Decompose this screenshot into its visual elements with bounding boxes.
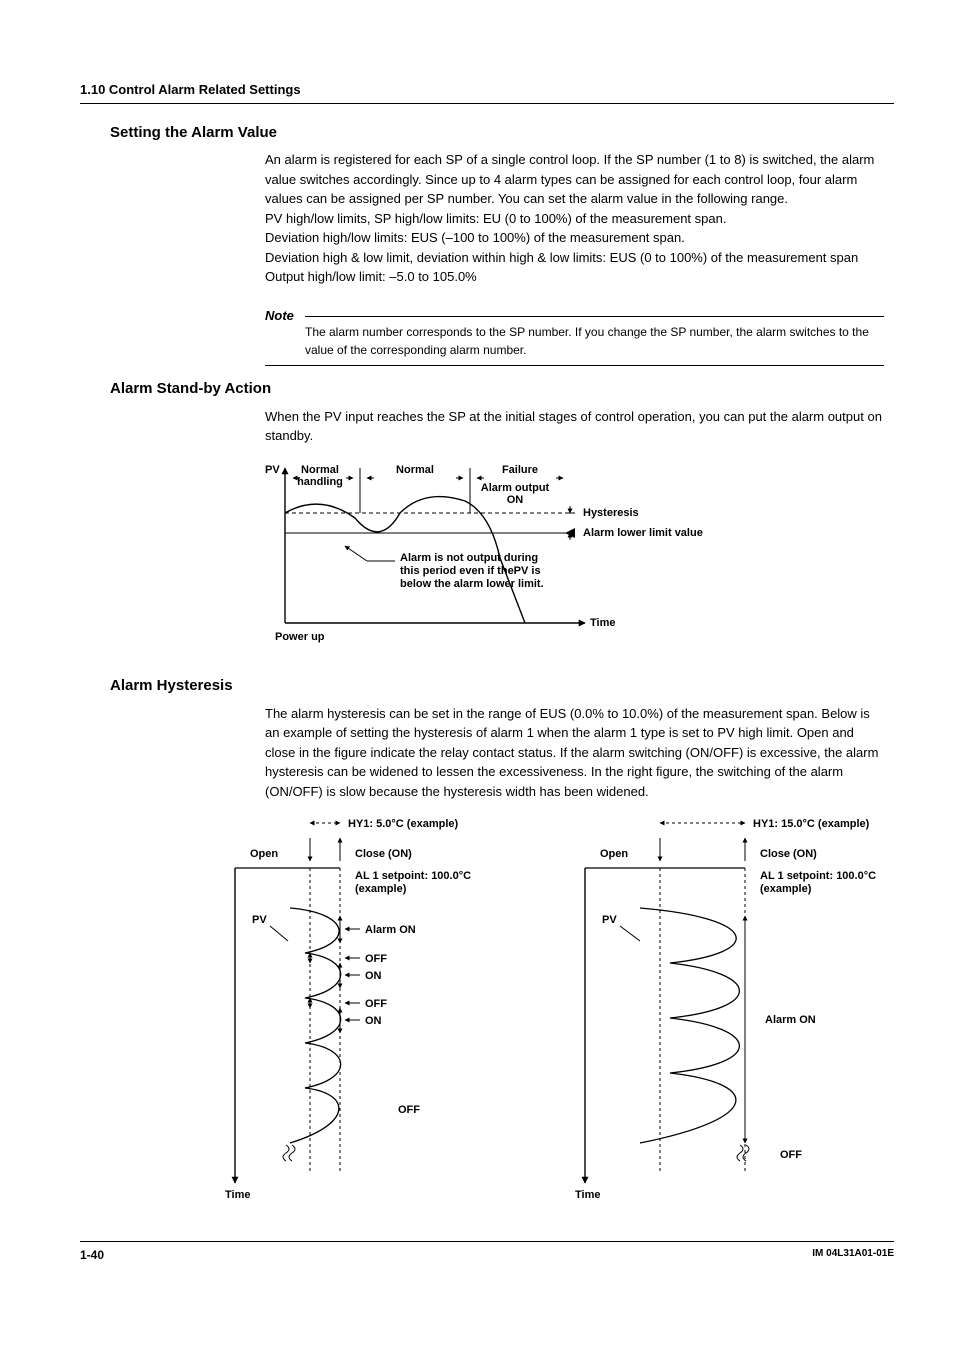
alarm-value-l2: Deviation high/low limits: EUS (–100 to … [265,230,685,245]
svg-text:Alarm ON: Alarm ON [365,924,416,936]
doc-id: IM 04L31A01-01E [812,1246,894,1264]
svg-text:(example): (example) [355,883,407,895]
svg-text:Failure: Failure [502,464,538,476]
svg-text:ON: ON [365,970,382,982]
alarm-value-l4: Output high/low limit: –5.0 to 105.0% [265,269,477,284]
note-block: Note The alarm number corresponds to the… [265,297,884,367]
svg-text:ON: ON [365,1015,382,1027]
heading-standby: Alarm Stand-by Action [110,378,894,401]
svg-text:PV: PV [265,464,280,476]
svg-text:Normal: Normal [396,464,434,476]
svg-text:OFF: OFF [780,1149,802,1161]
svg-text:(example): (example) [760,883,812,895]
svg-text:PV: PV [602,914,617,926]
alarm-value-l3: Deviation high & low limit, deviation wi… [265,250,858,265]
svg-text:OFF: OFF [398,1104,420,1116]
svg-text:Time: Time [575,1189,600,1201]
heading-hysteresis: Alarm Hysteresis [110,675,894,698]
svg-text:Alarm ON: Alarm ON [765,1014,816,1026]
svg-text:below the alarm lower limit.: below the alarm lower limit. [400,578,544,590]
svg-text:Normal: Normal [301,464,339,476]
svg-text:OFF: OFF [365,953,387,965]
svg-text:AL 1 setpoint: 100.0°C: AL 1 setpoint: 100.0°C [760,870,876,882]
svg-text:Alarm output: Alarm output [481,482,550,494]
page-footer: 1-40 IM 04L31A01-01E [80,1241,894,1264]
svg-text:Alarm lower limit value: Alarm lower limit value [583,527,703,539]
svg-text:ON: ON [507,494,524,506]
hysteresis-diagram: HY1: 5.0°C (example) Open Close (ON) AL … [140,813,894,1219]
svg-text:AL 1 setpoint: 100.0°C: AL 1 setpoint: 100.0°C [355,870,471,882]
svg-text:Alarm is not output during: Alarm is not output during [400,552,538,564]
alarm-value-p1: An alarm is registered for each SP of a … [265,152,874,206]
svg-text:Power up: Power up [275,631,325,643]
standby-body: When the PV input reaches the SP at the … [265,407,884,446]
svg-text:Open: Open [250,848,278,860]
heading-alarm-value: Setting the Alarm Value [110,122,894,145]
svg-text:Close (ON): Close (ON) [760,848,817,860]
hysteresis-body: The alarm hysteresis can be set in the r… [265,704,884,802]
alarm-value-body: An alarm is registered for each SP of a … [265,150,884,287]
svg-text:HY1: 15.0°C (example): HY1: 15.0°C (example) [753,818,870,830]
section-header: 1.10 Control Alarm Related Settings [80,80,894,104]
standby-diagram: PV Normal handling Normal Failure Alarm … [265,458,894,664]
svg-text:handling: handling [297,476,343,488]
svg-text:HY1: 5.0°C (example): HY1: 5.0°C (example) [348,818,458,830]
svg-text:Time: Time [590,617,615,629]
svg-text:Close (ON): Close (ON) [355,848,412,860]
alarm-value-l1: PV high/low limits, SP high/low limits: … [265,211,726,226]
page-number: 1-40 [80,1246,104,1264]
svg-text:Open: Open [600,848,628,860]
svg-text:Hysteresis: Hysteresis [583,507,639,519]
note-title: Note [265,306,302,326]
svg-text:OFF: OFF [365,998,387,1010]
svg-text:Time: Time [225,1189,250,1201]
svg-text:PV: PV [252,914,267,926]
note-text: The alarm number corresponds to the SP n… [265,317,884,366]
svg-text:this period even if thePV is: this period even if thePV is [400,565,541,577]
